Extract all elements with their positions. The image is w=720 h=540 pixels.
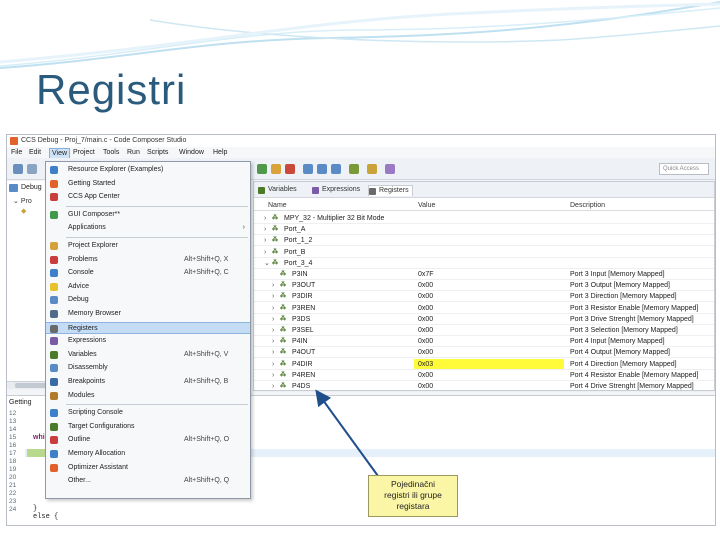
callout-line-3: registara (396, 501, 430, 511)
callout-arrow (315, 389, 379, 477)
callout-box: Pojedinačni registri ili grupe registara (368, 475, 458, 517)
callout-line-1: Pojedinačni (391, 479, 435, 489)
slide: Registri CCS Debug - Proj_7/main.c - Cod… (0, 0, 720, 540)
callout-line-2: registri ili grupe (384, 490, 442, 500)
